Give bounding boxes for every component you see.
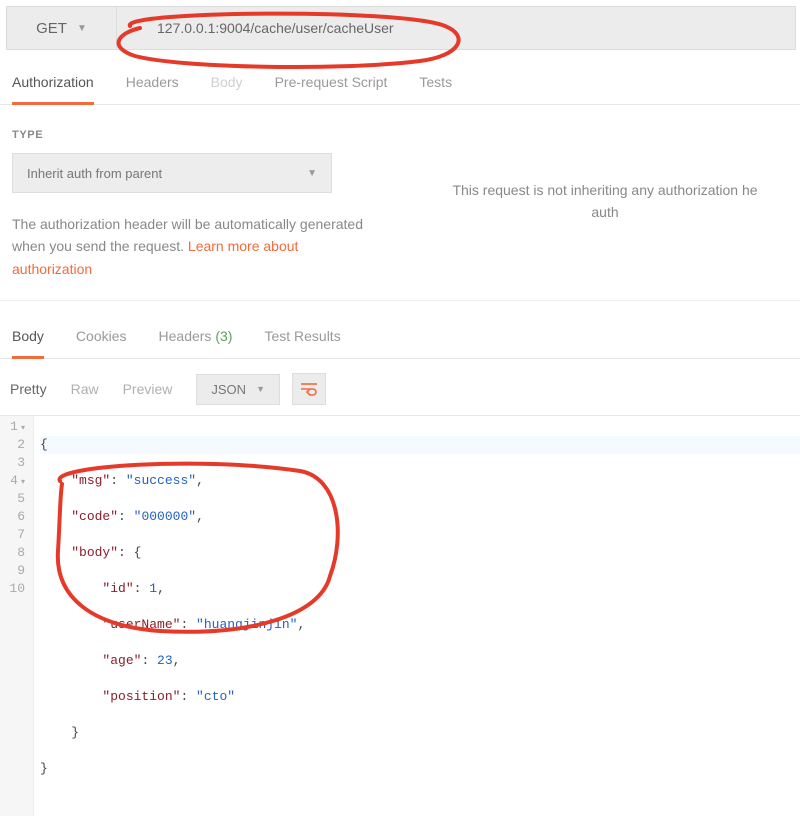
response-format-label: JSON xyxy=(211,382,246,397)
viewer-mode-tabs: Pretty Raw Preview xyxy=(10,381,172,397)
resp-tab-headers[interactable]: Headers (3) xyxy=(159,328,233,358)
line-number: 2 xyxy=(4,436,25,454)
http-method-select[interactable]: GET ▼ xyxy=(7,7,117,49)
panel-divider xyxy=(0,300,800,310)
resp-tab-body[interactable]: Body xyxy=(12,328,44,359)
auth-inherit-message-2: auth xyxy=(422,201,788,223)
http-method-label: GET xyxy=(36,20,67,37)
auth-help-text: The authorization header will be automat… xyxy=(12,213,372,280)
line-number: 9 xyxy=(4,562,25,580)
tab-body[interactable]: Body xyxy=(211,74,243,104)
code-content[interactable]: { "msg": "success", "code": "000000", "b… xyxy=(34,416,800,816)
response-code-viewer: 1 2 3 4 5 6 7 8 9 10 { "msg": "success",… xyxy=(0,415,800,816)
authorization-panel: TYPE Inherit auth from parent ▼ The auth… xyxy=(0,105,800,300)
resp-tab-cookies[interactable]: Cookies xyxy=(76,328,127,358)
auth-left-column: TYPE Inherit auth from parent ▼ The auth… xyxy=(12,129,382,280)
response-format-select[interactable]: JSON ▼ xyxy=(196,374,280,405)
line-number: 7 xyxy=(4,526,25,544)
auth-type-select[interactable]: Inherit auth from parent ▼ xyxy=(12,153,332,193)
resp-tab-test-results[interactable]: Test Results xyxy=(264,328,340,358)
line-number: 8 xyxy=(4,544,25,562)
resp-tab-headers-label: Headers xyxy=(159,328,216,344)
viewer-pretty[interactable]: Pretty xyxy=(10,381,47,397)
line-number[interactable]: 1 xyxy=(4,418,25,436)
tab-prerequest[interactable]: Pre-request Script xyxy=(275,74,388,104)
line-gutter: 1 2 3 4 5 6 7 8 9 10 xyxy=(0,416,34,816)
chevron-down-icon: ▼ xyxy=(77,23,87,34)
headers-count: (3) xyxy=(215,328,232,344)
auth-inherit-message-1: This request is not inheriting any autho… xyxy=(422,179,788,201)
auth-type-value: Inherit auth from parent xyxy=(27,166,162,181)
line-number: 3 xyxy=(4,454,25,472)
chevron-down-icon: ▼ xyxy=(307,168,317,179)
tab-tests[interactable]: Tests xyxy=(419,74,452,104)
request-tabs: Authorization Headers Body Pre-request S… xyxy=(0,50,800,105)
tab-headers[interactable]: Headers xyxy=(126,74,179,104)
viewer-raw[interactable]: Raw xyxy=(71,381,99,397)
auth-type-label: TYPE xyxy=(12,129,382,141)
line-number: 5 xyxy=(4,490,25,508)
wrap-lines-button[interactable] xyxy=(292,373,326,405)
viewer-preview[interactable]: Preview xyxy=(123,381,173,397)
response-viewer-toolbar: Pretty Raw Preview JSON ▼ xyxy=(0,359,800,415)
tab-authorization[interactable]: Authorization xyxy=(12,74,94,105)
request-url-bar: GET ▼ xyxy=(6,6,796,50)
line-number: 6 xyxy=(4,508,25,526)
auth-right-column: This request is not inheriting any autho… xyxy=(422,129,788,280)
line-number[interactable]: 4 xyxy=(4,472,25,490)
line-number: 10 xyxy=(4,580,25,598)
response-tabs: Body Cookies Headers (3) Test Results xyxy=(0,310,800,359)
url-input[interactable] xyxy=(117,7,795,49)
wrap-icon xyxy=(300,382,318,396)
chevron-down-icon: ▼ xyxy=(256,384,265,394)
